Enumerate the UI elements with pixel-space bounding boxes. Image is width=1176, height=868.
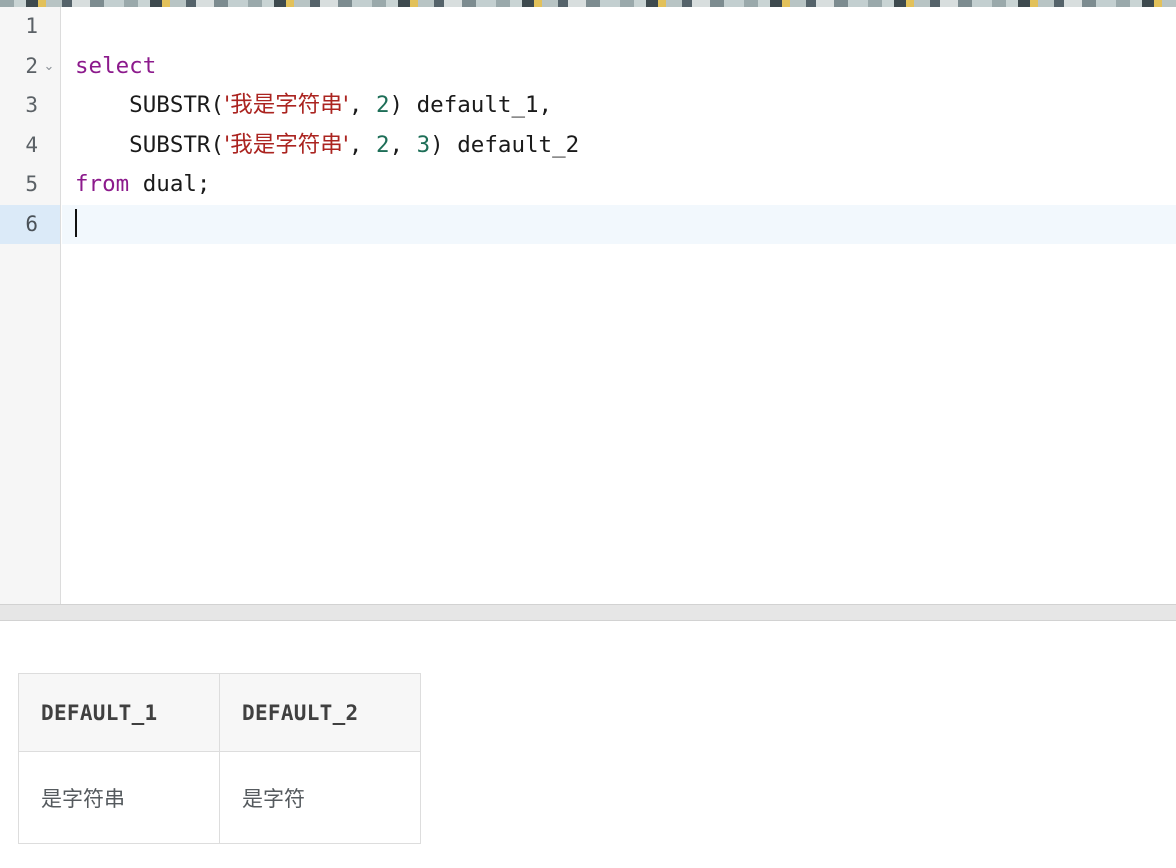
table-row[interactable]: 是字符串 是字符 <box>18 751 421 844</box>
pane-splitter[interactable] <box>0 604 1176 621</box>
cell-default-1[interactable]: 是字符串 <box>18 751 220 844</box>
code-line-4[interactable]: SUBSTR('我是字符串', 2, 3) default_2 <box>62 126 1176 166</box>
code-token-number: 2 <box>375 92 390 118</box>
line-number: 2 <box>25 53 38 78</box>
code-token-plain: SUBSTR( <box>75 131 225 158</box>
code-token-plain: ) default_1, <box>389 92 553 118</box>
results-table[interactable]: DEFAULT_1 DEFAULT_2 是字符串 是字符 <box>18 673 421 844</box>
line-number: 1 <box>25 14 38 38</box>
query-results-pane[interactable]: DEFAULT_1 DEFAULT_2 是字符串 是字符 <box>0 621 1176 868</box>
code-line-3[interactable]: SUBSTR('我是字符串', 2) default_1, <box>62 86 1176 126</box>
code-line-5[interactable]: from dual; <box>62 165 1176 205</box>
code-line-6[interactable] <box>62 204 1176 244</box>
code-token-plain: , <box>348 131 376 158</box>
line-number: 3 <box>25 93 38 117</box>
code-token-string: '我是字符串' <box>224 92 349 118</box>
gutter-line-1[interactable]: 1 <box>0 7 60 47</box>
results-table-body: 是字符串 是字符 <box>18 751 421 844</box>
line-number: 6 <box>25 211 38 236</box>
editor-gutter: 1 2 ⌄ 3 4 5 6 <box>0 7 61 604</box>
line-number: 4 <box>25 132 38 157</box>
column-header-default-1[interactable]: DEFAULT_1 <box>18 673 220 752</box>
code-token-plain: , <box>389 131 417 158</box>
code-line-1[interactable] <box>62 7 1176 47</box>
gutter-line-3[interactable]: 3 <box>0 86 60 126</box>
chevron-down-icon[interactable]: ⌄ <box>42 47 56 87</box>
column-header-default-2[interactable]: DEFAULT_2 <box>219 673 421 752</box>
sql-editor-pane[interactable]: 1 2 ⌄ 3 4 5 6 select SUBSTR('我是字符串', 2) … <box>0 7 1176 604</box>
code-token-keyword: from <box>75 171 130 197</box>
code-line-2[interactable]: select <box>62 47 1176 87</box>
gutter-line-4[interactable]: 4 <box>0 126 60 166</box>
code-token-number: 3 <box>416 131 431 158</box>
cell-default-2[interactable]: 是字符 <box>219 751 421 844</box>
table-header-row: DEFAULT_1 DEFAULT_2 <box>18 673 421 752</box>
line-number: 5 <box>25 172 38 196</box>
clipped-image-strip <box>0 0 1176 7</box>
code-text-area[interactable]: select SUBSTR('我是字符串', 2) default_1, SUB… <box>62 7 1176 604</box>
results-table-head: DEFAULT_1 DEFAULT_2 <box>18 673 421 752</box>
text-cursor <box>75 208 77 237</box>
code-token-plain: dual; <box>129 171 211 197</box>
gutter-line-5[interactable]: 5 <box>0 165 60 205</box>
gutter-line-2[interactable]: 2 ⌄ <box>0 47 60 87</box>
code-token-plain: ) default_2 <box>430 131 580 158</box>
code-token-number: 2 <box>375 131 390 158</box>
gutter-line-6[interactable]: 6 <box>0 204 60 244</box>
code-token-plain: SUBSTR( <box>75 92 225 118</box>
code-token-keyword: select <box>75 52 157 79</box>
code-token-plain: , <box>348 92 376 118</box>
code-token-string: '我是字符串' <box>224 131 349 158</box>
